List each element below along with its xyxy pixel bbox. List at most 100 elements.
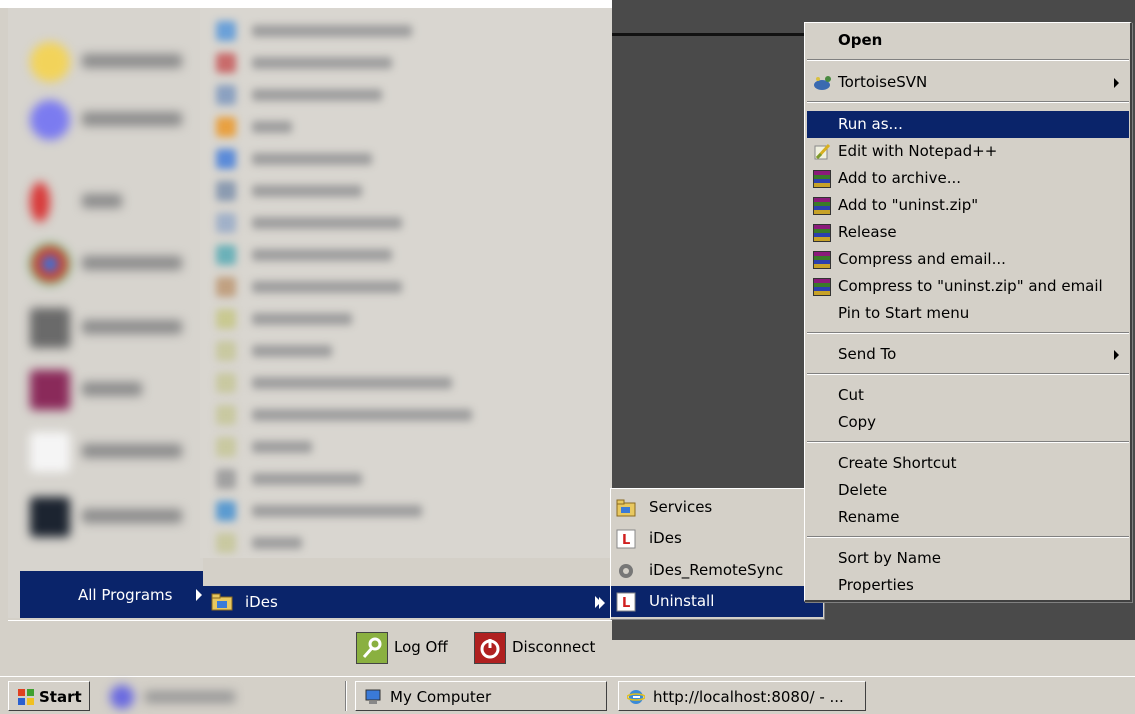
context-item-add-to-zip[interactable]: Add to "uninst.zip"	[807, 192, 1129, 219]
folder-icon	[211, 593, 233, 611]
context-item-compress-zip-email[interactable]: Compress to "uninst.zip" and email	[807, 273, 1129, 300]
blurred-pinned-item[interactable]	[20, 428, 195, 474]
context-item-label: Properties	[838, 576, 914, 594]
tortoisesvn-icon	[814, 76, 831, 90]
context-item-cut[interactable]: Cut	[807, 382, 1129, 409]
context-item-tortoisesvn[interactable]: TortoiseSVN	[807, 69, 1129, 96]
context-item-send-to[interactable]: Send To	[807, 341, 1129, 368]
taskbar-button-label: http://localhost:8080/ - ...	[653, 688, 844, 706]
blurred-program-item[interactable]	[208, 528, 588, 558]
svg-text:L: L	[622, 533, 630, 548]
context-item-label: Release	[838, 223, 897, 241]
taskbar-button-label: My Computer	[390, 688, 492, 706]
blurred-program-item[interactable]	[208, 336, 588, 366]
context-item-label: Compress and email...	[838, 250, 1006, 268]
blurred-program-item[interactable]	[208, 240, 588, 270]
blurred-program-item[interactable]	[208, 496, 588, 526]
context-item-edit-notepadpp[interactable]: Edit with Notepad++	[807, 138, 1129, 165]
blurred-program-item[interactable]	[208, 208, 588, 238]
windows-logo-icon	[18, 689, 34, 705]
blurred-program-item[interactable]	[208, 80, 588, 110]
blurred-program-item[interactable]	[208, 304, 588, 334]
taskbar-button-ie[interactable]: http://localhost:8080/ - ...	[618, 681, 866, 711]
menu-separator	[807, 536, 1129, 538]
context-item-compress-email[interactable]: Compress and email...	[807, 246, 1129, 273]
window-edge-line	[612, 33, 812, 36]
context-item-label: Send To	[838, 345, 897, 363]
context-item-label: Add to archive...	[838, 169, 961, 187]
blurred-program-item[interactable]	[208, 432, 588, 462]
submenu-item-ides[interactable]: L iDes	[611, 523, 823, 554]
start-label: Start	[39, 688, 82, 706]
key-icon	[356, 632, 388, 664]
blurred-program-item[interactable]	[208, 144, 588, 174]
blurred-pinned-item[interactable]	[20, 304, 195, 350]
blurred-quick-launch[interactable]	[100, 681, 250, 711]
context-item-label: Cut	[838, 386, 864, 404]
context-item-label: Create Shortcut	[838, 454, 957, 472]
blurred-pinned-item[interactable]	[20, 38, 195, 84]
submenu-item-ides-remotesync[interactable]: iDes_RemoteSync	[611, 555, 823, 586]
blurred-program-item[interactable]	[208, 16, 588, 46]
blurred-pinned-item[interactable]	[20, 96, 195, 142]
blurred-program-item[interactable]	[208, 176, 588, 206]
submenu-item-label: iDes	[649, 529, 682, 547]
taskbar-separator	[345, 681, 347, 711]
context-menu: Open TortoiseSVN Run as... Edit with Not…	[804, 22, 1132, 602]
winrar-icon	[813, 251, 831, 269]
blurred-program-item[interactable]	[208, 464, 588, 494]
winrar-icon	[813, 170, 831, 188]
blurred-program-item[interactable]	[208, 112, 588, 142]
context-item-copy[interactable]: Copy	[807, 409, 1129, 436]
menu-separator	[807, 332, 1129, 334]
context-item-pin-start[interactable]: Pin to Start menu	[807, 300, 1129, 327]
blurred-program-item[interactable]	[208, 272, 588, 302]
notepadpp-icon	[814, 143, 831, 160]
context-item-sort-by-name[interactable]: Sort by Name	[807, 545, 1129, 572]
context-item-open[interactable]: Open	[807, 27, 1129, 54]
disconnect-label: Disconnect	[512, 638, 596, 656]
all-programs-button[interactable]: All Programs	[20, 571, 203, 618]
context-item-run-as[interactable]: Run as...	[807, 111, 1129, 138]
context-item-label: Pin to Start menu	[838, 304, 970, 322]
blurred-program-item[interactable]	[208, 400, 588, 430]
winrar-icon	[813, 224, 831, 242]
programs-item-ides[interactable]: iDes	[203, 586, 611, 618]
context-item-delete[interactable]: Delete	[807, 477, 1129, 504]
power-icon	[474, 632, 506, 664]
sync-gear-icon	[619, 564, 633, 578]
blurred-pinned-item[interactable]	[20, 178, 195, 224]
taskbar: Start My Computer http://localhost:8080/…	[0, 676, 1135, 714]
submenu-item-uninstall[interactable]: L Uninstall	[611, 586, 823, 617]
blurred-pinned-item[interactable]	[20, 493, 195, 539]
chevron-right-icon	[1114, 78, 1119, 88]
context-item-label: Delete	[838, 481, 888, 499]
all-programs-label: All Programs	[78, 586, 173, 604]
blurred-pinned-item[interactable]	[20, 366, 195, 412]
taskbar-button-my-computer[interactable]: My Computer	[355, 681, 607, 711]
blurred-program-item[interactable]	[208, 368, 588, 398]
context-item-create-shortcut[interactable]: Create Shortcut	[807, 450, 1129, 477]
ides-app-icon: L	[616, 592, 636, 612]
start-menu-left-panel	[8, 8, 203, 618]
chevron-right-icon	[196, 589, 202, 601]
chevron-right-icon	[1114, 350, 1119, 360]
ides-folder-label: iDes	[245, 593, 278, 611]
chevron-right-icon	[599, 597, 605, 609]
folder-icon	[616, 499, 636, 517]
context-item-label: Compress to "uninst.zip" and email	[838, 277, 1103, 295]
start-button[interactable]: Start	[8, 681, 90, 711]
context-item-release[interactable]: Release	[807, 219, 1129, 246]
submenu-item-services[interactable]: Services	[611, 492, 823, 523]
context-item-rename[interactable]: Rename	[807, 504, 1129, 531]
programs-list-panel	[200, 8, 612, 558]
log-off-button[interactable]: Log Off	[352, 628, 462, 668]
context-item-label: Open	[838, 31, 883, 49]
context-item-add-to-archive[interactable]: Add to archive...	[807, 165, 1129, 192]
context-item-properties[interactable]: Properties	[807, 572, 1129, 599]
blurred-pinned-item[interactable]	[20, 240, 195, 286]
disconnect-button[interactable]: Disconnect	[470, 628, 610, 668]
log-off-label: Log Off	[394, 638, 448, 656]
blurred-program-item[interactable]	[208, 48, 588, 78]
winrar-icon	[813, 197, 831, 215]
